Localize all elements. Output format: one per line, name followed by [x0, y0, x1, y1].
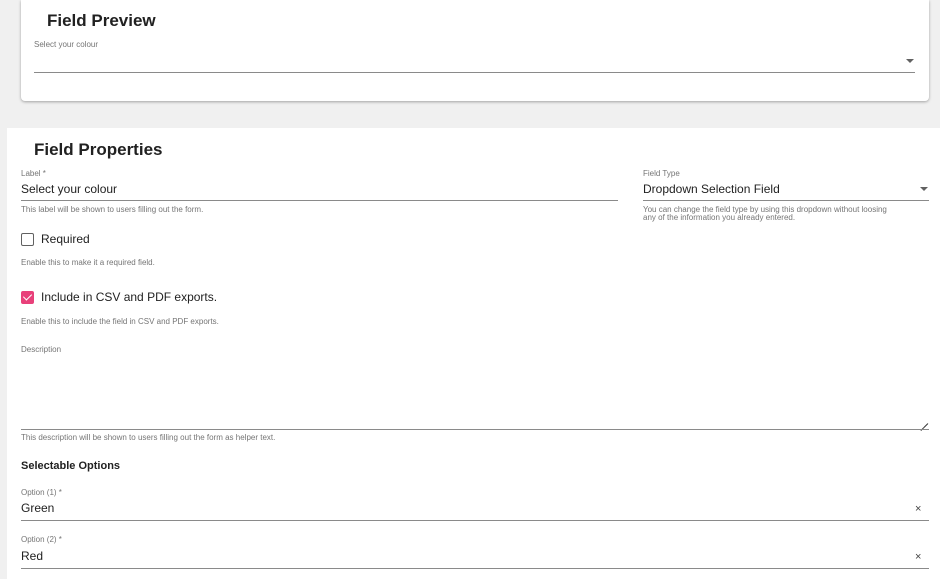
label-field-label: Label * [21, 169, 46, 178]
label-input[interactable]: Select your colour [21, 182, 117, 196]
field-type-underline [643, 200, 929, 201]
field-type-helper-line2: any of the information you already enter… [643, 213, 796, 222]
option-input[interactable]: Green [21, 501, 54, 515]
field-properties-panel: Field Properties Label * Select your col… [7, 128, 940, 579]
close-icon[interactable]: × [915, 504, 921, 515]
preview-select-underline [34, 72, 915, 73]
close-icon[interactable]: × [915, 552, 921, 563]
option-input[interactable]: Red [21, 549, 43, 563]
required-label: Required [41, 232, 90, 246]
option-underline [21, 520, 929, 521]
option-label: Option (2) * [21, 535, 62, 544]
checkmark-icon[interactable] [21, 290, 34, 304]
properties-title: Field Properties [34, 140, 163, 159]
chevron-down-icon[interactable] [920, 187, 928, 191]
checkbox-icon[interactable] [21, 232, 34, 246]
preview-select-label: Select your colour [34, 40, 99, 49]
option-label: Option (1) * [21, 488, 62, 497]
label-input-underline [21, 200, 618, 201]
description-label: Description [21, 345, 62, 354]
field-type-select[interactable]: Dropdown Selection Field [643, 182, 780, 196]
field-type-label: Field Type [643, 169, 680, 178]
option-underline [21, 568, 929, 569]
required-checkbox-row[interactable]: Required [21, 232, 90, 246]
chevron-down-icon[interactable] [906, 59, 914, 63]
preview-title: Field Preview [47, 11, 156, 30]
description-helper-text: This description will be shown to users … [21, 433, 276, 442]
label-helper-text: This label will be shown to users fillin… [21, 205, 204, 214]
resize-handle-icon[interactable] [918, 415, 928, 425]
field-preview-card: Field Preview Select your colour [21, 0, 929, 101]
export-label: Include in CSV and PDF exports. [41, 290, 218, 304]
preview-select[interactable] [34, 50, 915, 72]
required-helper-text: Enable this to make it a required field. [21, 258, 155, 267]
description-underline [21, 429, 929, 430]
export-helper-text: Enable this to include the field in CSV … [21, 317, 219, 326]
description-textarea[interactable] [21, 356, 929, 428]
export-checkbox-row[interactable]: Include in CSV and PDF exports. [21, 290, 217, 304]
selectable-options-heading: Selectable Options [21, 460, 121, 472]
